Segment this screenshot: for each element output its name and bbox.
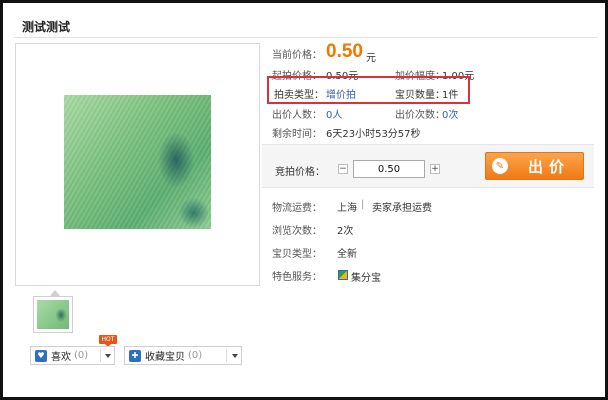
current-price-unit: 元 bbox=[366, 53, 376, 64]
service-name[interactable]: 集分宝 bbox=[351, 269, 381, 284]
increase-button[interactable]: + bbox=[430, 164, 440, 174]
quantity-value: 1件 bbox=[442, 90, 459, 101]
title-divider bbox=[14, 37, 598, 38]
jifenbao-icon bbox=[338, 270, 348, 280]
time-left-value: 6天23小时53分57秒 bbox=[326, 129, 421, 140]
heart-icon: ♥ bbox=[35, 349, 47, 362]
thumbnail-image[interactable] bbox=[37, 300, 69, 329]
like-button[interactable]: ♥ 喜欢 (0) bbox=[30, 346, 115, 365]
product-image[interactable] bbox=[64, 95, 211, 229]
condition-value: 全新 bbox=[337, 249, 357, 260]
bid-count-label: 出价次数： bbox=[395, 110, 445, 121]
quantity-label: 宝贝数量： bbox=[395, 90, 445, 101]
shipping-separator: | bbox=[361, 199, 365, 210]
like-separator bbox=[100, 349, 101, 362]
collect-icon: ✚ bbox=[129, 349, 141, 362]
chevron-down-icon[interactable] bbox=[105, 354, 111, 358]
item-title: 测试测试 bbox=[22, 20, 71, 34]
bid-price-input[interactable] bbox=[353, 160, 425, 178]
bid-button-label: 出价 bbox=[528, 157, 571, 176]
shipping-label: 物流运费： bbox=[272, 203, 322, 214]
views-value: 2次 bbox=[337, 226, 354, 237]
views-label: 浏览次数： bbox=[272, 226, 322, 237]
bid-price-label: 竞拍价格： bbox=[275, 167, 325, 178]
shipping-location: 上海 bbox=[337, 203, 357, 214]
hammer-icon: ✎ bbox=[492, 158, 508, 174]
current-price-label: 当前价格： bbox=[272, 50, 322, 61]
decrease-button[interactable]: − bbox=[338, 164, 348, 174]
thumbnail[interactable] bbox=[33, 296, 73, 333]
time-left-label: 剩余时间： bbox=[272, 129, 322, 140]
collect-count: (0) bbox=[188, 350, 203, 361]
chevron-down-icon[interactable] bbox=[232, 354, 238, 358]
collect-label: 收藏宝贝 bbox=[145, 352, 185, 363]
shipping-note: 卖家承担运费 bbox=[372, 203, 432, 214]
current-price: 0.50 bbox=[326, 41, 363, 62]
hot-badge: HOT bbox=[99, 335, 117, 347]
services-label: 特色服务： bbox=[272, 272, 322, 283]
auction-type-label: 拍卖类型： bbox=[274, 90, 324, 101]
main-image-box bbox=[15, 43, 260, 286]
bid-button[interactable]: ✎ 出价 bbox=[485, 152, 584, 180]
collect-button[interactable]: ✚ 收藏宝贝 (0) bbox=[124, 346, 242, 365]
like-label: 喜欢 bbox=[51, 352, 71, 363]
condition-label: 宝贝类型： bbox=[272, 249, 322, 260]
bid-count-link[interactable]: 0次 bbox=[442, 106, 458, 121]
like-count: (0) bbox=[74, 350, 89, 361]
collect-separator bbox=[226, 349, 227, 362]
bidders-label: 出价人数： bbox=[272, 110, 322, 121]
bidders-link[interactable]: 0人 bbox=[326, 106, 342, 121]
auction-type-link[interactable]: 增价拍 bbox=[326, 86, 356, 101]
